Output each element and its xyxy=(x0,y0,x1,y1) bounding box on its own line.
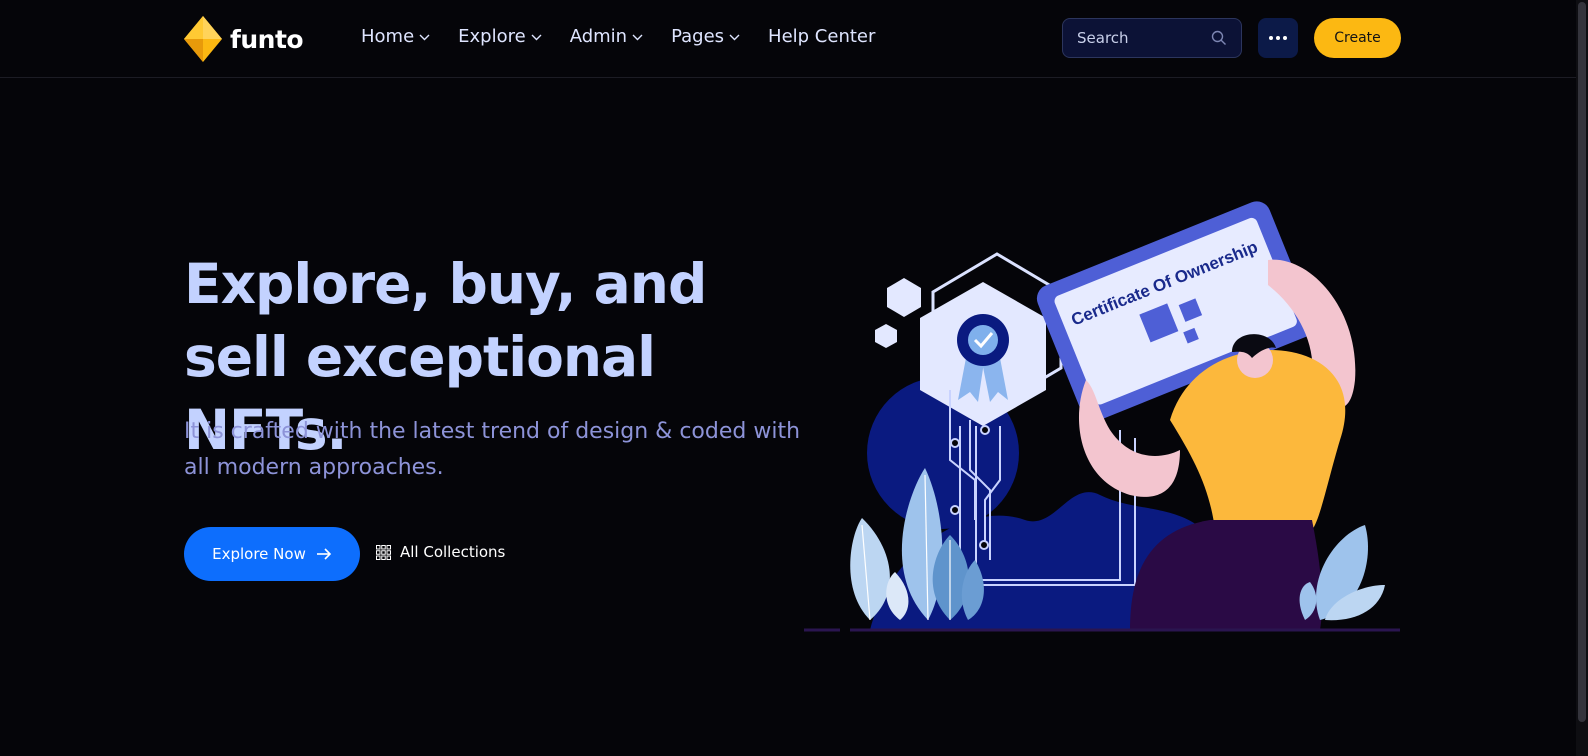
search-input[interactable] xyxy=(1077,27,1207,49)
nav-item-explore[interactable]: Explore xyxy=(458,26,542,47)
nav-item-label: Home xyxy=(361,26,415,47)
main-nav: Home Explore Admin Pages Help Center xyxy=(361,26,903,47)
scrollbar-thumb[interactable] xyxy=(1578,2,1586,722)
chevron-down-icon xyxy=(632,34,643,41)
grid-icon xyxy=(376,544,391,560)
nav-item-label: Admin xyxy=(569,26,628,47)
explore-now-button[interactable]: Explore Now xyxy=(184,527,360,581)
chevron-down-icon xyxy=(419,34,430,41)
hero-subtitle: It is crafted with the latest trend of d… xyxy=(184,419,801,480)
brand-logo[interactable]: funto xyxy=(184,16,304,62)
nav-item-home[interactable]: Home xyxy=(361,26,430,47)
nav-item-label: Explore xyxy=(458,26,526,47)
search-icon[interactable] xyxy=(1211,30,1227,46)
chevron-down-icon xyxy=(531,34,542,41)
brand-name: funto xyxy=(230,24,304,54)
all-collections-label: All Collections xyxy=(400,543,506,561)
top-navbar: funto Home Explore Admin Pages Help Cent… xyxy=(0,0,1588,78)
nav-item-admin[interactable]: Admin xyxy=(570,26,643,47)
explore-now-label: Explore Now xyxy=(212,545,306,563)
page-scrollbar[interactable] xyxy=(1576,0,1588,756)
arrow-right-icon xyxy=(316,548,331,560)
all-collections-link[interactable]: All Collections xyxy=(376,543,505,561)
more-options-button[interactable] xyxy=(1258,18,1298,58)
nav-item-label: Help Center xyxy=(768,26,876,47)
nav-item-help-center[interactable]: Help Center xyxy=(768,26,875,47)
nav-item-pages[interactable]: Pages xyxy=(671,26,740,47)
small-hexagon-shape xyxy=(887,278,921,317)
diamond-logo-icon xyxy=(184,16,222,62)
nft-certificate-illustration: Certificate Of Ownership xyxy=(804,201,1400,632)
more-dots-icon xyxy=(1269,36,1287,40)
nav-item-label: Pages xyxy=(671,26,725,47)
tiny-hexagon-shape xyxy=(875,324,897,348)
rosette-inner-shape xyxy=(968,325,998,355)
create-button[interactable]: Create xyxy=(1314,18,1401,58)
chevron-down-icon xyxy=(729,34,740,41)
search-box xyxy=(1062,18,1242,58)
